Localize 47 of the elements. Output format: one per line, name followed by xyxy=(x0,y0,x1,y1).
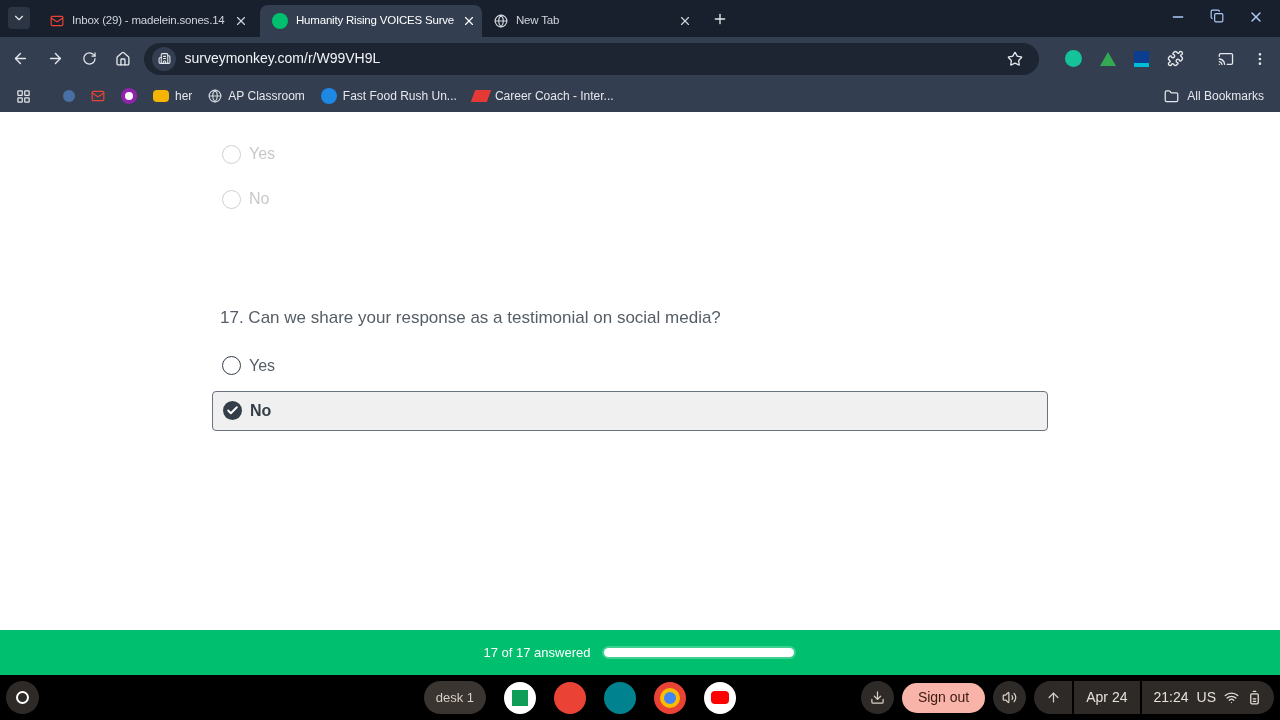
all-bookmarks-button[interactable]: All Bookmarks xyxy=(1164,87,1264,105)
clock-text: 21:24 xyxy=(1153,688,1189,707)
update-icon[interactable] xyxy=(1034,681,1073,714)
folder-icon xyxy=(1164,88,1180,104)
battery-icon xyxy=(1247,690,1262,705)
extensions-icon[interactable] xyxy=(1167,50,1185,67)
launcher-button[interactable] xyxy=(6,681,39,714)
site-info-icon xyxy=(152,46,177,71)
bookmark[interactable]: AP Classroom xyxy=(208,87,305,105)
close-icon[interactable] xyxy=(678,14,692,28)
back-icon[interactable] xyxy=(12,50,29,67)
home-icon[interactable] xyxy=(114,50,131,67)
browser-tab[interactable]: Humanity Rising VOICES Surve xyxy=(260,5,482,37)
cast-icon[interactable] xyxy=(1218,50,1235,67)
bookmark[interactable]: Career Coach - Inter... xyxy=(472,87,614,105)
holding-space-icon[interactable] xyxy=(860,681,894,714)
browser-tab[interactable]: New Tab xyxy=(482,5,704,37)
browser-tab[interactable]: Inbox (29) - madelein.sones.14 xyxy=(38,5,260,37)
wifi-icon xyxy=(1224,690,1239,705)
tab-title: Inbox (29) - madelein.sones.14 xyxy=(72,13,225,29)
reload-icon[interactable] xyxy=(81,51,97,66)
date-button[interactable]: Apr 24 xyxy=(1074,681,1140,714)
apps-icon[interactable] xyxy=(16,88,31,104)
progress-text: 17 of 17 answered xyxy=(483,643,591,662)
close-icon[interactable] xyxy=(462,14,476,28)
audio-icon[interactable] xyxy=(993,681,1027,714)
sign-out-button[interactable]: Sign out xyxy=(901,682,986,713)
bookmark[interactable]: Fast Food Rush Un... xyxy=(320,87,457,105)
address-bar[interactable]: surveymonkey.com/r/W99VH9L xyxy=(144,42,1039,75)
radio-option[interactable]: No xyxy=(212,390,1048,431)
close-icon[interactable] xyxy=(234,14,248,28)
restore-icon[interactable] xyxy=(1210,9,1224,23)
mail-icon xyxy=(50,14,64,28)
tab-title: Humanity Rising VOICES Surve xyxy=(296,13,454,29)
radio-option[interactable]: Yes xyxy=(212,345,1048,386)
question-title: 17. Can we share your response as a testimonial on social media? xyxy=(220,307,722,329)
bookmark[interactable]: her xyxy=(153,87,193,105)
bookmark-star-icon[interactable] xyxy=(1006,50,1023,67)
tab-search-button[interactable] xyxy=(8,7,30,29)
checked-radio-icon xyxy=(223,401,242,420)
desk-button[interactable]: desk 1 xyxy=(423,681,487,714)
status-area[interactable]: 21:24 US xyxy=(1141,681,1274,714)
locale-text: US xyxy=(1196,688,1216,707)
new-tab-icon[interactable] xyxy=(712,11,728,27)
url-text: surveymonkey.com/r/W99VH9L xyxy=(184,49,382,68)
mail-icon xyxy=(91,89,105,103)
tab-title: New Tab xyxy=(516,13,560,29)
